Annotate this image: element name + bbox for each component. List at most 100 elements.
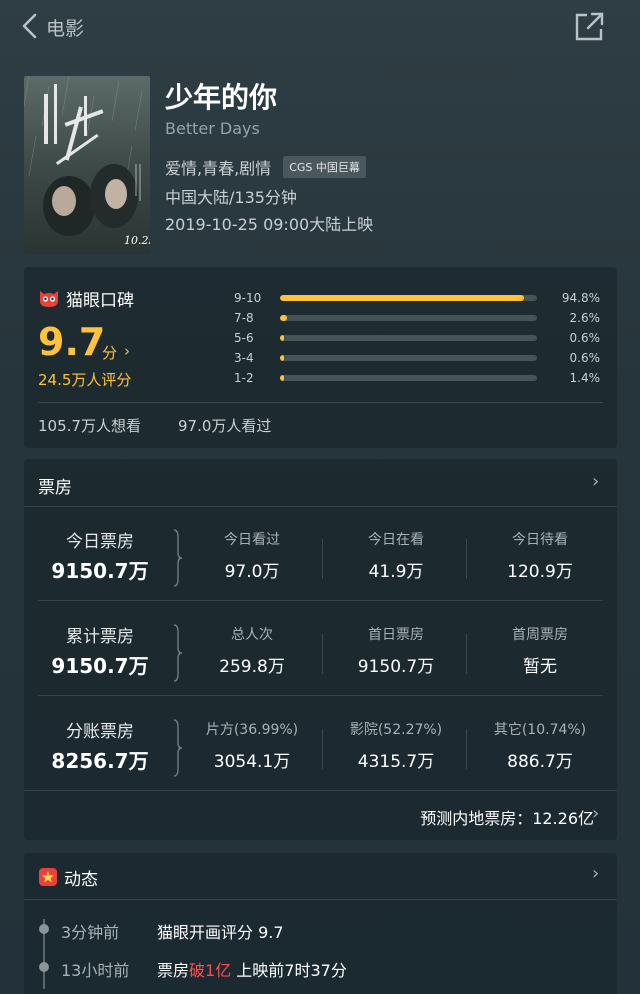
boxoffice-main-label: 分账票房 — [66, 722, 134, 742]
distribution-bar-fill — [280, 315, 287, 321]
boxoffice-sub-cell: 影院(52.27%) 4315.7万 — [326, 707, 466, 787]
boxoffice-sub-label: 今日在看 — [368, 532, 424, 548]
distribution-bar-fill — [280, 355, 284, 361]
boxoffice-sub-value: 259.8万 — [219, 657, 285, 677]
boxoffice-main-value: 9150.7万 — [51, 559, 149, 583]
distribution-percent: 1.4% — [569, 371, 601, 385]
boxoffice-sub-cell: 片方(36.99%) 3054.1万 — [182, 707, 322, 787]
movie-genres: 爱情,青春,剧情 — [165, 159, 272, 178]
boxoffice-sub-value: 41.9万 — [368, 562, 424, 582]
want-to-see-count[interactable]: 105.7万人想看 — [38, 415, 141, 436]
boxoffice-sub-cell: 总人次 259.8万 — [182, 612, 322, 692]
divider — [466, 634, 467, 674]
boxoffice-sub-label: 其它(10.74%) — [493, 722, 587, 738]
boxoffice-sub-label: 片方(36.99%) — [205, 722, 299, 738]
divider — [38, 695, 603, 696]
boxoffice-sub-label: 首周票房 — [512, 627, 568, 643]
release-date: 2019-10-25 09:00大陆上映 — [165, 215, 374, 234]
score-arrow-icon[interactable]: › — [124, 342, 130, 360]
distribution-percent: 0.6% — [569, 331, 601, 345]
distribution-label: 7-8 — [234, 311, 254, 325]
rating-score: 9.7 — [38, 320, 106, 364]
distribution-bar-fill — [280, 375, 284, 381]
distribution-row: 1-2 1.4% — [234, 369, 604, 387]
boxoffice-card: 票房 › 今日票房 9150.7万 今日看过 97.0万 今日在看 41.9万 … — [24, 459, 617, 840]
divider — [322, 729, 323, 769]
divider — [24, 790, 617, 791]
boxoffice-sub-value: 97.0万 — [224, 562, 280, 582]
boxoffice-row-today: 今日票房 9150.7万 今日看过 97.0万 今日在看 41.9万 今日待看 … — [24, 517, 617, 597]
boxoffice-sub-cell: 首日票房 9150.7万 — [326, 612, 466, 692]
rating-card[interactable]: 猫眼口碑 9.7 分 › 24.5万人评分 9-10 94.8% 7-8 2.6… — [24, 267, 617, 448]
maoyan-cat-icon — [40, 291, 58, 307]
divider — [24, 506, 617, 507]
boxoffice-sub-value: 120.9万 — [507, 562, 573, 582]
forecast-boxoffice[interactable]: 预测内地票房：12.26亿 — [324, 805, 594, 829]
nav-title: 电影 — [46, 18, 85, 40]
movie-english-title: Better Days — [165, 119, 260, 138]
chevron-right-icon[interactable]: › — [592, 803, 599, 824]
boxoffice-sub-label: 今日看过 — [224, 532, 280, 548]
boxoffice-sub-value: 9150.7万 — [357, 657, 435, 677]
top-bar: 电影 — [0, 0, 640, 56]
boxoffice-row-split: 分账票房 8256.7万 片方(36.99%) 3054.1万 影院(52.27… — [24, 707, 617, 787]
seen-count[interactable]: 97.0万人看过 — [178, 415, 271, 436]
boxoffice-sub-value: 暂无 — [523, 657, 557, 677]
divider — [466, 729, 467, 769]
distribution-bar-fill — [280, 295, 524, 301]
timeline-dot — [39, 924, 49, 934]
boxoffice-row-total: 累计票房 9150.7万 总人次 259.8万 首日票房 9150.7万 首周票… — [24, 612, 617, 692]
chevron-right-icon[interactable]: › — [592, 863, 599, 884]
rating-count: 24.5万人评分 — [38, 371, 132, 389]
share-icon[interactable] — [574, 12, 606, 42]
boxoffice-sub-label: 总人次 — [231, 627, 273, 643]
distribution-row: 7-8 2.6% — [234, 309, 604, 327]
boxoffice-sub-cell: 今日在看 41.9万 — [326, 517, 466, 597]
distribution-bar-fill — [280, 335, 284, 341]
news-card: 动态 › 3分钟前 猫眼开画评分 9.7 13小时前 票房破1亿 上映前7时37… — [24, 853, 617, 994]
divider — [322, 634, 323, 674]
score-unit: 分 — [102, 344, 118, 362]
boxoffice-main-value: 9150.7万 — [51, 654, 149, 678]
divider — [38, 402, 603, 403]
distribution-percent: 94.8% — [561, 291, 600, 305]
news-text[interactable]: 票房破1亿 上映前7时37分 — [157, 957, 347, 981]
distribution-bar-track — [280, 355, 537, 361]
boxoffice-sub-value: 886.7万 — [507, 752, 573, 772]
divider — [466, 539, 467, 579]
distribution-row: 9-10 94.8% — [234, 289, 604, 307]
distribution-bar-track — [280, 295, 537, 301]
movie-poster[interactable]: 10.25 — [24, 76, 150, 254]
news-text-post: 上映前7时37分 — [231, 961, 347, 980]
distribution-label: 1-2 — [234, 371, 254, 385]
distribution-bar-track — [280, 335, 537, 341]
rating-brand: 猫眼口碑 — [66, 291, 134, 311]
back-arrow-icon[interactable] — [18, 12, 42, 40]
region-duration: 中国大陆/135分钟 — [165, 188, 297, 207]
poster-image: 10.25 — [24, 76, 150, 254]
boxoffice-sub-cell: 今日看过 97.0万 — [182, 517, 322, 597]
boxoffice-sub-label: 首日票房 — [368, 627, 424, 643]
news-badge-icon — [39, 868, 57, 886]
genre-row: 爱情,青春,剧情 CGS 中国巨幕 — [165, 155, 366, 179]
news-text-highlight: 破1亿 — [189, 961, 232, 980]
boxoffice-main-value: 8256.7万 — [51, 749, 149, 773]
news-text[interactable]: 猫眼开画评分 9.7 — [157, 919, 284, 943]
timeline-dot — [39, 962, 49, 972]
boxoffice-sub-label: 影院(52.27%) — [349, 722, 443, 738]
news-time: 3分钟前 — [61, 923, 120, 942]
chevron-right-icon[interactable]: › — [592, 471, 599, 492]
divider — [322, 539, 323, 579]
news-title[interactable]: 动态 — [64, 865, 98, 890]
cgs-badge: CGS 中国巨幕 — [283, 156, 366, 178]
boxoffice-main-label: 累计票房 — [66, 627, 134, 647]
divider — [38, 600, 603, 601]
boxoffice-title[interactable]: 票房 — [38, 473, 72, 498]
boxoffice-sub-cell: 首周票房 暂无 — [470, 612, 610, 692]
distribution-row: 3-4 0.6% — [234, 349, 604, 367]
distribution-row: 5-6 0.6% — [234, 329, 604, 347]
boxoffice-sub-value: 4315.7万 — [357, 752, 435, 772]
distribution-percent: 2.6% — [569, 311, 601, 325]
divider — [24, 899, 617, 900]
distribution-bar-track — [280, 315, 537, 321]
